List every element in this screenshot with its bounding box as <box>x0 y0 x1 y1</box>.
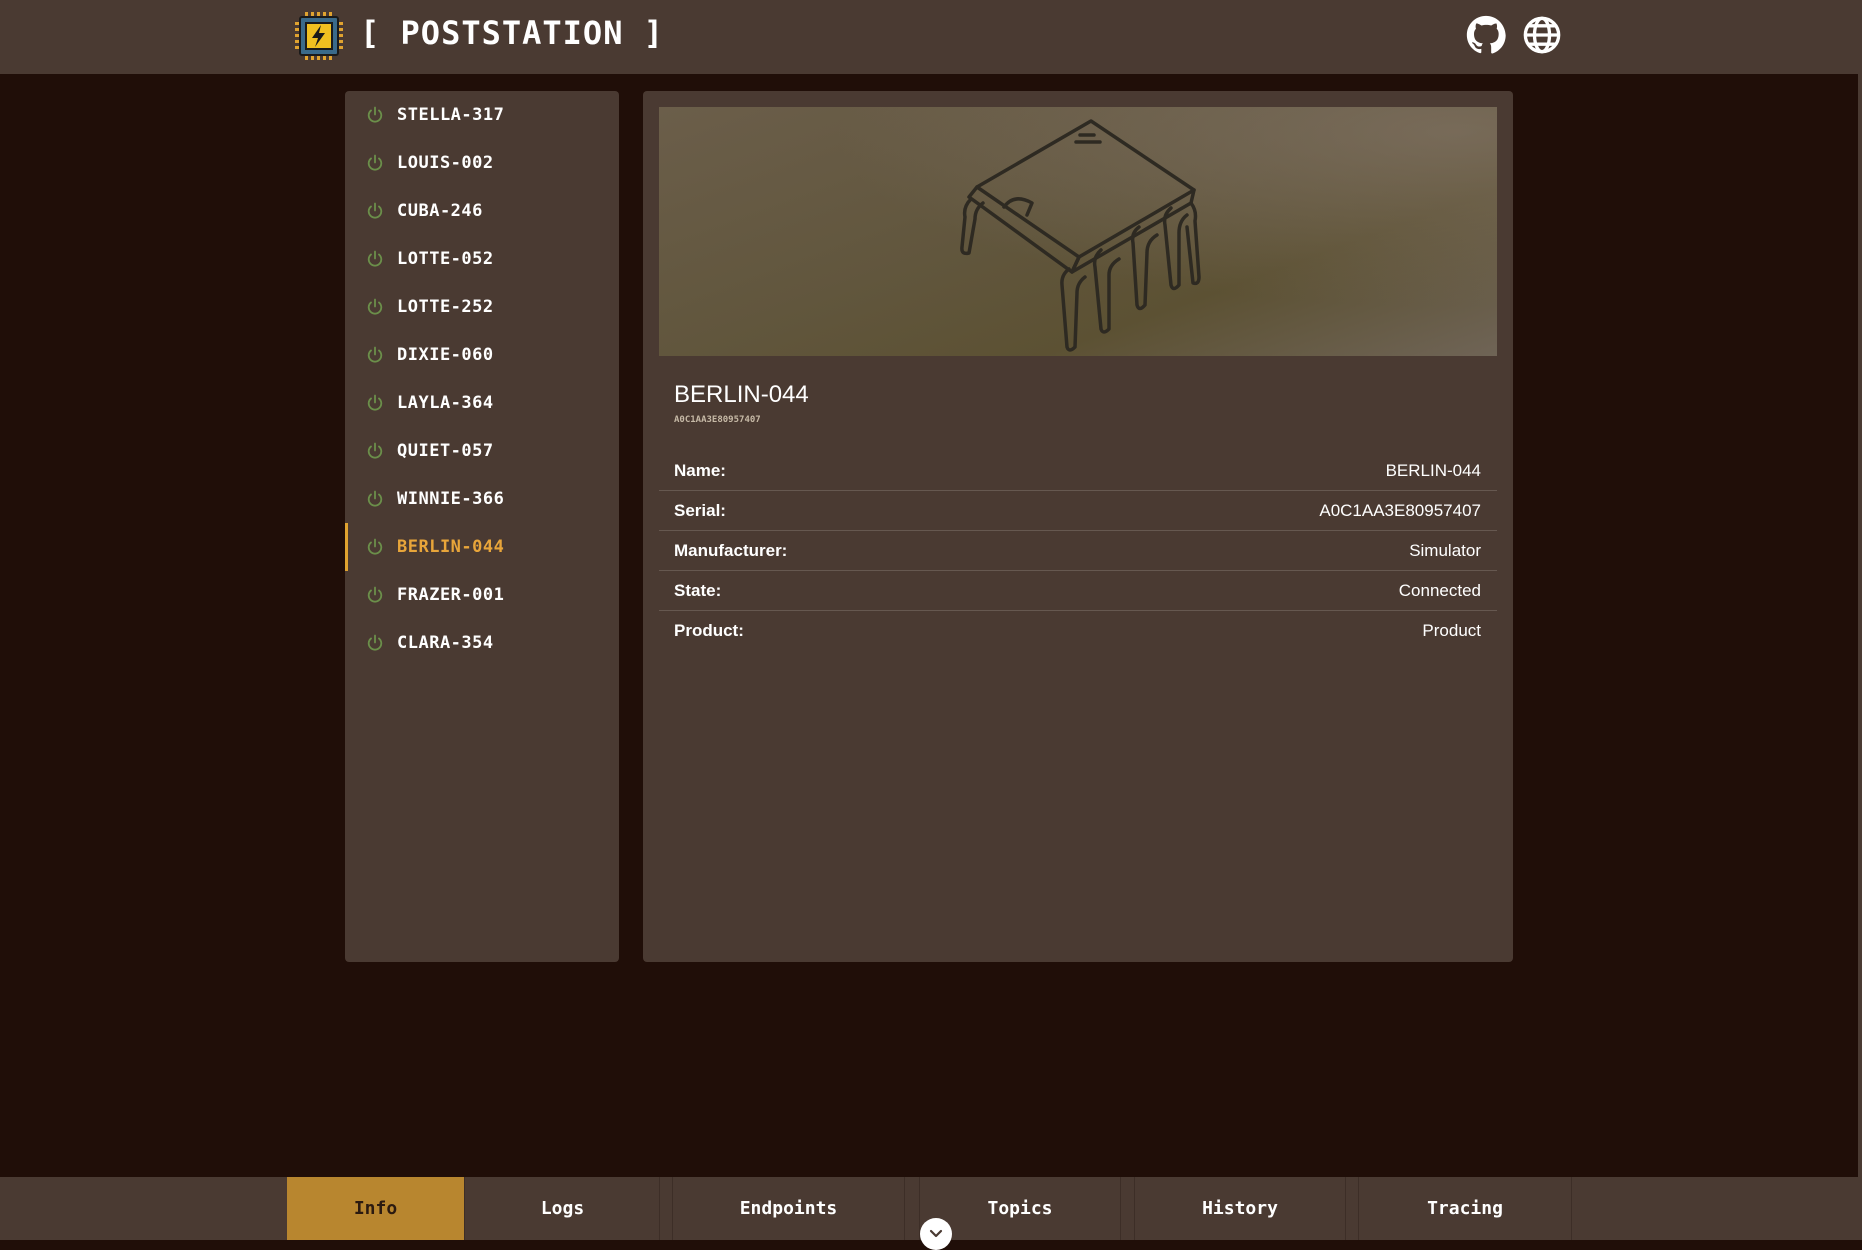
power-icon <box>367 106 383 123</box>
tab-info[interactable]: Info <box>287 1177 465 1240</box>
info-value: Connected <box>1398 580 1481 600</box>
sidebar-item-cuba-246[interactable]: CUBA-246 <box>345 187 619 235</box>
tab-label: Logs <box>540 1198 585 1219</box>
info-key: Product: <box>674 621 744 640</box>
globe-icon[interactable] <box>1522 15 1562 55</box>
tab-label: Info <box>353 1198 398 1219</box>
tab-label: Topics <box>987 1198 1053 1219</box>
power-icon <box>367 154 383 171</box>
info-row-name: Name: BERLIN-044 <box>659 451 1497 491</box>
chip-bolt-icon[interactable] <box>292 9 346 63</box>
device-serial-subtitle: A0C1AA3E80957407 <box>674 415 761 425</box>
tab-label: Endpoints <box>739 1198 838 1219</box>
power-icon <box>367 442 383 459</box>
info-key: State: <box>674 580 722 600</box>
app-title: [ POSTSTATION ] <box>360 14 664 52</box>
tab-history[interactable]: History <box>1135 1177 1346 1240</box>
tab-logs[interactable]: Logs <box>466 1177 660 1240</box>
info-row-product: Product: Product <box>659 611 1497 651</box>
device-title: BERLIN-044 <box>674 381 809 408</box>
device-label: QUIET-057 <box>397 441 494 461</box>
sidebar-item-lotte-252[interactable]: LOTTE-252 <box>345 283 619 331</box>
sidebar-item-clara-354[interactable]: CLARA-354 <box>345 619 619 667</box>
device-label: CLARA-354 <box>397 633 494 653</box>
page-scrollbar[interactable] <box>1858 0 1862 1240</box>
sidebar-item-quiet-057[interactable]: QUIET-057 <box>345 427 619 475</box>
app-header: [ POSTSTATION ] <box>0 0 1858 74</box>
tab-tracing[interactable]: Tracing <box>1359 1177 1572 1240</box>
github-icon[interactable] <box>1466 15 1506 55</box>
device-label: LOTTE-252 <box>397 297 494 317</box>
power-icon <box>367 490 383 507</box>
power-icon <box>367 634 383 651</box>
tab-label: Tracing <box>1427 1198 1503 1219</box>
device-label: STELLA-317 <box>397 105 505 125</box>
ic-chip-icon <box>960 119 1201 352</box>
device-label: BERLIN-044 <box>397 537 505 557</box>
power-icon <box>367 346 383 363</box>
sidebar-item-winnie-366[interactable]: WINNIE-366 <box>345 475 619 523</box>
device-label: LAYLA-364 <box>397 393 494 413</box>
device-hero-banner <box>659 107 1497 356</box>
info-value: Simulator <box>1409 540 1481 560</box>
device-label: LOUIS-002 <box>397 153 494 173</box>
device-detail-panel: BERLIN-044 A0C1AA3E80957407 Name: BERLIN… <box>643 91 1513 962</box>
tab-label: History <box>1202 1198 1278 1219</box>
sidebar-item-frazer-001[interactable]: FRAZER-001 <box>345 571 619 619</box>
info-row-serial: Serial: A0C1AA3E80957407 <box>659 491 1497 531</box>
device-label: LOTTE-052 <box>397 249 494 269</box>
device-label: WINNIE-366 <box>397 489 505 509</box>
collapse-panel-button[interactable] <box>920 1218 952 1250</box>
power-icon <box>367 250 383 267</box>
sidebar-item-berlin-044[interactable]: BERLIN-044 <box>345 523 619 571</box>
device-label: CUBA-246 <box>397 201 483 221</box>
power-icon <box>367 538 383 555</box>
tab-endpoints[interactable]: Endpoints <box>673 1177 905 1240</box>
info-row-manufacturer: Manufacturer: Simulator <box>659 531 1497 571</box>
device-list: STELLA-317 LOUIS-002 CUBA-246 LOTTE-052 … <box>345 91 619 962</box>
sidebar-item-stella-317[interactable]: STELLA-317 <box>345 91 619 139</box>
power-icon <box>367 298 383 315</box>
sidebar-item-dixie-060[interactable]: DIXIE-060 <box>345 331 619 379</box>
device-label: DIXIE-060 <box>397 345 494 365</box>
info-value: BERLIN-044 <box>1385 460 1481 480</box>
chevron-down-icon <box>929 1229 943 1238</box>
sidebar-item-louis-002[interactable]: LOUIS-002 <box>345 139 619 187</box>
sidebar-item-layla-364[interactable]: LAYLA-364 <box>345 379 619 427</box>
sidebar-item-lotte-052[interactable]: LOTTE-052 <box>345 235 619 283</box>
info-key: Name: <box>674 460 726 480</box>
power-icon <box>367 394 383 411</box>
info-value: A0C1AA3E80957407 <box>1319 500 1481 520</box>
info-row-state: State: Connected <box>659 571 1497 611</box>
info-key: Manufacturer: <box>674 540 788 560</box>
info-value: Product <box>1422 621 1481 640</box>
device-label: FRAZER-001 <box>397 585 505 605</box>
info-key: Serial: <box>674 500 726 520</box>
power-icon <box>367 202 383 219</box>
power-icon <box>367 586 383 603</box>
device-info-table: Name: BERLIN-044 Serial: A0C1AA3E8095740… <box>659 451 1497 651</box>
